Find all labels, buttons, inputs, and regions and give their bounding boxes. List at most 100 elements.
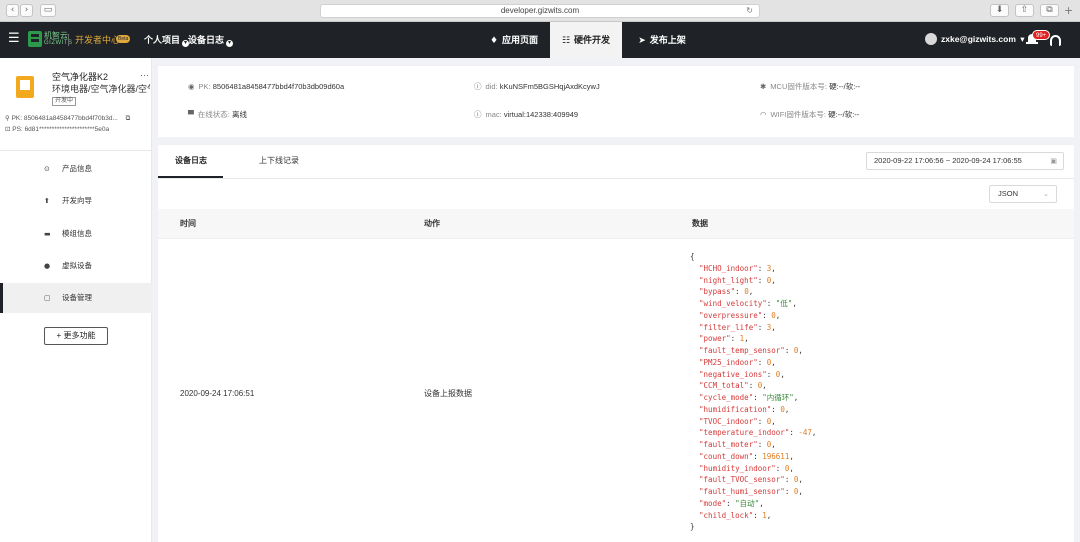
tab-hardware-dev[interactable]: ☷ 硬件开发	[550, 22, 622, 58]
column-header-data: 数据	[692, 219, 708, 228]
divider	[0, 150, 152, 151]
developer-center-link[interactable]: 开发者中心	[75, 34, 120, 46]
top-navigation: ☰ 机智云 GIZWITS 开发者中心 Beta 个人项目 ▾ 设备日志 ▾ ♦ 应用…	[0, 22, 1080, 58]
tab-publish[interactable]: ➤ 发布上架	[626, 22, 698, 58]
json-value: 196611	[762, 451, 790, 461]
user-account-menu[interactable]: zxke@gizwits.com ▾	[925, 33, 1025, 47]
format-select[interactable]: JSON ⌄	[989, 185, 1057, 203]
gizwits-logo-icon[interactable]	[28, 31, 42, 47]
sidebar-item-module-info[interactable]: ▬ 模组信息	[0, 219, 152, 249]
json-value: 0	[757, 381, 763, 391]
personal-project-label: 个人项目	[144, 35, 181, 45]
json-line: "humidification": 0,	[699, 404, 790, 414]
headset-support-icon[interactable]	[1050, 35, 1061, 46]
sidebar-item-dev-guide[interactable]: ⬆ 开发向导	[0, 186, 152, 216]
active-tab-indicator	[158, 176, 223, 178]
reload-icon[interactable]: ↻	[746, 5, 753, 17]
ps-value: 6d81**********************5e0a	[24, 126, 110, 133]
info-label: did:	[485, 82, 498, 91]
json-value: 3	[766, 322, 772, 332]
json-line: "temperature_indoor": -47,	[699, 428, 817, 438]
column-header-time: 时间	[180, 219, 196, 228]
mac-value: virtual:142338:409949	[503, 110, 579, 119]
address-bar[interactable]: developer.gizwits.com ↻	[320, 4, 760, 18]
json-line: "humidity_indoor": 0,	[699, 463, 794, 473]
tab-label: 应用页面	[502, 35, 539, 45]
pk-field: ◉ PK: 8506481a8458477bbd4f70b3db09d60a	[188, 82, 344, 92]
json-key: "CCM_total"	[699, 381, 749, 391]
sidebar-item-label: 模组信息	[62, 229, 92, 238]
info-label: MCU固件版本号:	[770, 82, 827, 91]
info-label: PK:	[198, 82, 211, 91]
json-line: "overpressure": 0,	[699, 310, 781, 320]
format-select-value: JSON	[998, 189, 1019, 198]
tab-online-offline-records[interactable]: 上下线记录	[259, 156, 299, 166]
online-status-value: 离线	[231, 110, 247, 119]
copy-icon[interactable]: ⧉	[126, 114, 131, 122]
tab-app-pages[interactable]: ♦ 应用页面	[478, 22, 550, 58]
personal-project-menu[interactable]: 个人项目 ▾	[144, 34, 190, 47]
browser-forward-button[interactable]: ›	[20, 4, 33, 17]
send-icon: ➤	[638, 36, 646, 46]
module-icon: ▬	[44, 230, 51, 238]
json-close-brace: }	[690, 522, 695, 532]
tabs-overview-icon[interactable]: ⧉	[1040, 4, 1059, 17]
share-icon[interactable]: ⇧	[1015, 4, 1034, 17]
browser-back-button[interactable]: ‹	[6, 4, 19, 17]
info-label: WIFI固件版本号:	[770, 110, 826, 119]
more-features-button[interactable]: + 更多功能	[44, 327, 108, 345]
downloads-icon[interactable]: ⬇	[990, 4, 1009, 17]
puzzle-icon: ✱	[760, 82, 767, 91]
json-key: "bypass"	[699, 287, 736, 297]
pk-value: 8506481a8458477bbd4f70b3d...	[23, 115, 118, 122]
json-key: "filter_life"	[699, 322, 758, 332]
sidebar-item-label: 设备管理	[62, 293, 92, 302]
json-value: 0	[744, 287, 749, 297]
json-key: "TVOC_indoor"	[699, 416, 758, 426]
json-value: -47	[798, 428, 812, 438]
json-value: 0	[766, 357, 772, 367]
device-name: 空气净化器K2	[52, 72, 109, 82]
sidebar-item-product-info[interactable]: ⊙ 产品信息	[0, 154, 152, 184]
json-key: "humidity_indoor"	[699, 463, 776, 473]
info-circle-icon: ⊙	[44, 165, 50, 173]
device-manage-icon: ▢	[44, 294, 51, 302]
sliders-icon: ☷	[561, 36, 571, 46]
sidebar-item-virtual-device[interactable]: ● 虚拟设备	[0, 251, 152, 281]
info-label: 在线状态:	[197, 110, 230, 119]
sidebar-toggle-icon[interactable]: ▭	[40, 4, 56, 17]
device-log-menu[interactable]: 设备日志 ▾	[188, 34, 234, 47]
more-options-icon[interactable]: ···	[140, 70, 149, 81]
json-value: 0	[766, 440, 772, 449]
json-line: "fault_moter": 0,	[699, 440, 776, 449]
browser-toolbar: ‹ › ▭ developer.gizwits.com ↻ ⬇ ⇧ ⧉ +	[0, 0, 1080, 22]
pk-value: 8506481a8458477bbd4f70b3db09d60a	[212, 82, 345, 91]
mcu-firmware-value: 硬:--/软:--	[829, 82, 861, 91]
json-key: "fault_temp_sensor"	[699, 346, 785, 355]
tab-device-log[interactable]: 设备日志	[175, 156, 207, 166]
new-tab-icon[interactable]: +	[1064, 5, 1073, 16]
row-time: 2020-09-24 17:06:51	[180, 389, 255, 398]
json-value: 1	[739, 334, 745, 344]
signpost-icon: ⬆	[44, 197, 50, 205]
row-action: 设备上报数据	[424, 389, 472, 398]
status-badge: 开发中	[52, 97, 77, 106]
column-header-action: 动作	[424, 219, 440, 228]
json-value: 0	[793, 346, 799, 355]
did-value: kKuNSFm5BGSHqjAxdKcywJ	[499, 82, 600, 91]
sidebar-item-device-management[interactable]: ▢ 设备管理	[0, 283, 152, 313]
hamburger-menu-icon[interactable]: ☰	[8, 32, 20, 46]
calendar-icon: ▣	[1050, 157, 1057, 165]
pk-label: PK:	[11, 115, 23, 122]
json-value: 0	[793, 487, 799, 496]
device-product-icon	[16, 76, 34, 98]
virtual-device-icon: ●	[44, 262, 51, 270]
json-key: "HCHO_indoor"	[699, 263, 758, 273]
json-line: "fault_temp_sensor": 0,	[699, 346, 803, 355]
online-status-field: ▀ 在线状态: 离线	[188, 110, 247, 120]
json-key: "negative_ions"	[699, 369, 767, 379]
json-line: "filter_life": 3,	[699, 322, 776, 332]
date-range-picker[interactable]: 2020-09-22 17:06:56 ~ 2020-09-24 17:06:5…	[866, 152, 1064, 170]
sidebar-item-label: 开发向导	[62, 196, 92, 205]
did-field: ⓘ did: kKuNSFm5BGSHqjAxdKcywJ	[474, 82, 600, 92]
